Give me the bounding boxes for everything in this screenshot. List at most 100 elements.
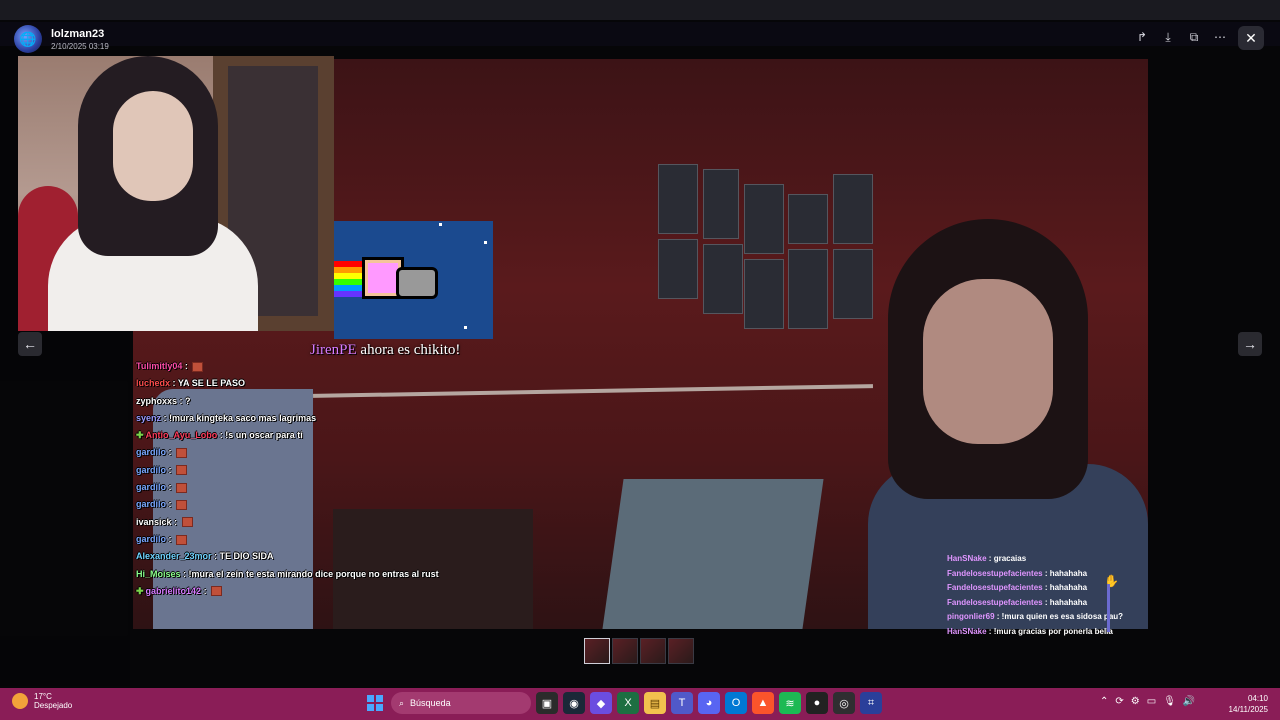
app-icon[interactable]: ⌗ — [860, 692, 882, 714]
window-title-bar — [0, 0, 1280, 20]
display-icon[interactable]: ▭ — [1147, 696, 1156, 707]
chat-message: !mura quien es esa sidosa pau? — [1001, 612, 1124, 621]
thumbnail[interactable] — [640, 638, 666, 664]
poster — [703, 169, 739, 239]
chat-username: Fandelosestupefacientes — [947, 583, 1043, 592]
obs-icon[interactable]: ◎ — [833, 692, 855, 714]
chat-separator: : — [177, 395, 186, 406]
star — [484, 241, 487, 244]
share-icon[interactable]: ↱ — [1130, 26, 1154, 48]
chat-line: HanSNake : gracaias — [947, 552, 1137, 567]
thumbnail[interactable] — [612, 638, 638, 664]
scrollbar[interactable] — [1107, 584, 1110, 632]
chat-message: ? — [185, 395, 191, 406]
chat-message: YA SE LE PASO — [177, 378, 246, 389]
bed — [602, 479, 824, 629]
chat-separator: : — [986, 554, 994, 563]
thumbnail[interactable] — [584, 638, 610, 664]
chat-username: Tulimitly04 — [136, 361, 183, 371]
speaker-icon[interactable]: 🔊 — [1183, 696, 1195, 707]
chat-username: Antio_Ayu_Lobo — [145, 430, 218, 441]
open-external-icon[interactable]: ⧉ — [1182, 26, 1206, 48]
chat-message: !mura gracias por ponerla bella — [993, 626, 1113, 636]
chat-separator: : — [161, 412, 170, 423]
alert-text: ahora es chikito! — [360, 342, 461, 358]
chat-separator: : — [182, 361, 191, 371]
user-meta: lolzman23 2/10/2025 03:19 — [51, 28, 109, 51]
poster — [744, 259, 784, 329]
emote-icon — [192, 361, 204, 372]
poster — [658, 239, 698, 299]
outlook-icon[interactable]: O — [725, 692, 747, 714]
chat-separator: : — [1042, 568, 1050, 578]
chat-username: gardilo — [136, 447, 167, 458]
webcam-inset — [18, 56, 334, 331]
chat-line: gardilo : — [136, 462, 496, 479]
thumbnail-strip — [584, 638, 694, 664]
chat-username: HanSNake — [947, 554, 987, 563]
file-explorer-icon[interactable]: ▤ — [644, 692, 666, 714]
app-icon[interactable]: ● — [806, 692, 828, 714]
clock-time: 04:10 — [1247, 694, 1268, 703]
settings-icon[interactable]: ⚙ — [1131, 696, 1140, 707]
post-date: 2/10/2025 03:19 — [51, 41, 109, 51]
copilot-icon[interactable]: ◆ — [590, 692, 612, 714]
sun-icon — [12, 693, 28, 709]
chat-line: gardilo : — [136, 496, 496, 513]
chevron-up-icon[interactable]: ⌃ — [1100, 696, 1108, 707]
more-icon[interactable]: ⋯ — [1208, 26, 1232, 48]
chat-message: TE DIO SIDA — [219, 551, 274, 562]
face — [113, 91, 193, 201]
taskbar-search[interactable]: ⌕ Búsqueda — [391, 692, 531, 714]
poster — [658, 164, 698, 234]
search-icon: ⌕ — [399, 697, 405, 708]
chat-username: Fandelosestupefacientes — [947, 568, 1043, 578]
taskbar-clock[interactable]: 04:10 14/11/2025 — [1222, 693, 1268, 715]
brave-icon[interactable]: ▲ — [752, 692, 774, 714]
username[interactable]: lolzman23 — [51, 28, 109, 40]
weather-widget[interactable]: 17°C Despejado — [12, 692, 72, 710]
task-view-icon[interactable]: ▣ — [536, 692, 558, 714]
chat-separator: : — [1042, 583, 1050, 592]
chat-separator: : — [1042, 597, 1050, 607]
chat-username: Alexander_23mor — [136, 551, 212, 562]
windows-start-icon[interactable] — [364, 692, 386, 714]
chat-separator: : — [986, 626, 994, 636]
poster — [744, 184, 784, 254]
alert-user: JirenPE — [310, 342, 357, 358]
search-placeholder: Búsqueda — [410, 698, 451, 708]
microphone-icon[interactable]: 🎙 — [1163, 696, 1176, 707]
chat-separator: : — [201, 585, 210, 596]
nyan-cat-alert — [334, 221, 493, 339]
thumbnail[interactable] — [668, 638, 694, 664]
spotify-icon[interactable]: ≋ — [779, 692, 801, 714]
viewer-actions: ↱ ⤓ ⧉ ⋯ — [1130, 26, 1232, 48]
chat-separator: : — [211, 551, 220, 562]
excel-icon[interactable]: X — [617, 692, 639, 714]
sync-icon[interactable]: ⟳ — [1115, 696, 1123, 707]
taskbar-apps: ⌕ Búsqueda ▣ ◉ ◆ X ▤ T ◕ O ▲ ≋ ● ◎ ⌗ — [364, 692, 882, 714]
close-icon[interactable]: ✕ — [1238, 26, 1264, 50]
chat-message: hahahaha — [1049, 568, 1088, 578]
plus-badge-icon: ✚ — [136, 585, 144, 596]
chat-username: syenz — [136, 412, 162, 423]
chat-line: luchedx : YA SE LE PASO — [136, 375, 496, 392]
chat-username: gardilo — [136, 499, 167, 510]
face — [923, 279, 1053, 444]
discord-icon[interactable]: ◕ — [698, 692, 720, 714]
download-icon[interactable]: ⤓ — [1156, 26, 1180, 48]
chat-username: gardilo — [136, 464, 167, 475]
chat-line: ✚ gabrielito142 : — [136, 583, 496, 600]
chat-line: ivansick : — [136, 514, 496, 531]
emote-icon — [181, 517, 193, 528]
avatar[interactable]: 🌐 — [14, 25, 42, 53]
clock-date: 14/11/2025 — [1228, 705, 1268, 714]
viewer-header: 🌐 lolzman23 2/10/2025 03:19 — [14, 24, 109, 54]
steam-icon[interactable]: ◉ — [563, 692, 585, 714]
teams-icon[interactable]: T — [671, 692, 693, 714]
chat-separator: : — [171, 516, 180, 527]
star — [439, 223, 442, 226]
arrow-right-icon[interactable]: → — [1238, 332, 1262, 356]
chat-line: zyphoxxs : ? — [136, 393, 496, 410]
chat-line: ✚ Antio_Ayu_Lobo : !s un oscar para ti — [136, 427, 496, 444]
